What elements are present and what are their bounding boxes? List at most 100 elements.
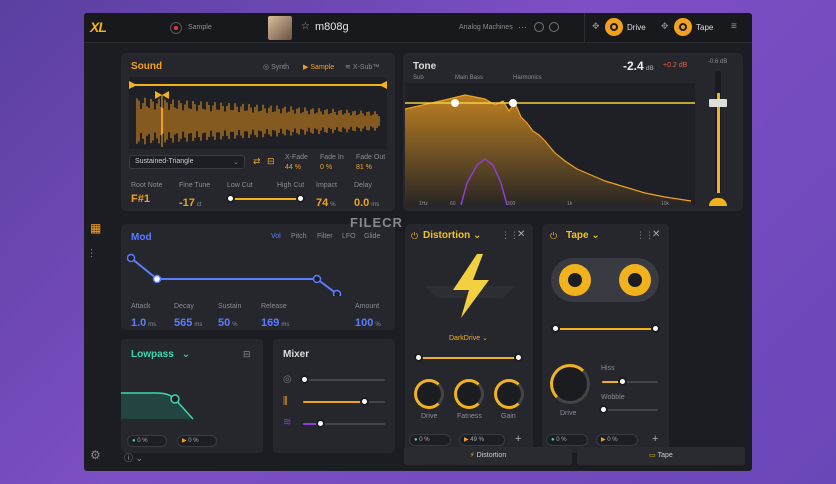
waveform-display[interactable]: [129, 77, 387, 149]
preset-name[interactable]: m808g: [315, 21, 349, 33]
attack-value[interactable]: 1.0 ms: [131, 313, 156, 331]
tab-sample[interactable]: ▶ Sample: [303, 63, 334, 71]
cut-range-slider[interactable]: [231, 198, 301, 200]
distortion-mix2[interactable]: ▶ 49 %: [459, 434, 505, 446]
sub-handle[interactable]: [451, 99, 459, 107]
tape-tab[interactable]: ▭ Tape: [577, 447, 745, 465]
filter-settings-icon[interactable]: ⊟: [243, 349, 251, 360]
lowpass-mix2[interactable]: ▶ 0 %: [177, 435, 217, 447]
mixer-panel: Mixer ◎ ⫼ ≋: [273, 339, 395, 453]
tape-mix-handle-left[interactable]: [551, 324, 560, 333]
filter-curve[interactable]: [121, 385, 263, 421]
root-note-label: Root Note: [131, 182, 163, 189]
release-value[interactable]: 169 ms: [261, 313, 289, 331]
fade-out-value[interactable]: 81 %: [356, 164, 372, 171]
decay-value[interactable]: 565 ms: [174, 313, 202, 331]
waveform-select[interactable]: Sustained-Triangle ⌄: [129, 155, 245, 169]
fine-tune-value[interactable]: -17 ct: [179, 193, 202, 211]
tape-mix2[interactable]: ▶ 0 %: [596, 434, 638, 446]
tab-pitch[interactable]: Pitch: [291, 233, 307, 240]
sample-label[interactable]: Sample: [188, 24, 212, 31]
gain-knob[interactable]: [494, 379, 524, 409]
lowpass-title[interactable]: Lowpass ⌄: [131, 349, 190, 360]
distortion-type-select[interactable]: DarkDrive ⌄: [449, 334, 488, 342]
tab-glide[interactable]: Glide: [364, 233, 380, 240]
distortion-tab[interactable]: ⚡ Distortion: [404, 447, 572, 465]
freq-label: 60: [450, 201, 456, 207]
grid-view-icon[interactable]: ▦: [90, 221, 104, 235]
drive-fx-label[interactable]: Drive: [627, 23, 646, 32]
tape-mix-handle-right[interactable]: [651, 324, 660, 333]
info-icon[interactable]: [534, 22, 544, 32]
help-icon[interactable]: [549, 22, 559, 32]
wobble-slider[interactable]: [602, 409, 658, 411]
distortion-mix-handle-left[interactable]: [414, 353, 423, 362]
drive-fx-icon[interactable]: [605, 18, 623, 36]
root-note-value[interactable]: F#1: [131, 193, 150, 205]
tab-synth[interactable]: ◎ Synth: [263, 63, 289, 71]
hiss-handle[interactable]: [618, 377, 627, 386]
high-cut-handle[interactable]: [296, 194, 305, 203]
harmonics-handle[interactable]: [509, 99, 517, 107]
settings-icon[interactable]: ⚙: [90, 448, 104, 462]
impact-value[interactable]: 74%: [316, 193, 336, 211]
close-icon[interactable]: ✕: [517, 229, 525, 240]
hiss-label: Hiss: [601, 365, 615, 372]
tape-mix-slider[interactable]: [556, 328, 656, 330]
move-handle-icon[interactable]: ✥: [592, 21, 600, 32]
xfade-label: X-Fade: [285, 154, 308, 161]
tape-fx-icon[interactable]: [674, 18, 692, 36]
tape-reels-icon: [551, 258, 659, 302]
power-icon[interactable]: ⏻: [550, 231, 557, 242]
tone-gain[interactable]: -2.4 dB: [623, 59, 654, 73]
tape-mix1[interactable]: ● 0 %: [546, 434, 588, 446]
add-icon[interactable]: +: [515, 433, 521, 445]
tab-xsub[interactable]: ≋ X-Sub™: [345, 63, 379, 71]
sample-level-handle[interactable]: [360, 397, 369, 406]
wobble-handle[interactable]: [599, 405, 608, 414]
sustain-value[interactable]: 50%: [218, 313, 238, 331]
swap-icon[interactable]: ⇄: [253, 156, 261, 167]
distortion-mix-slider[interactable]: [419, 357, 519, 359]
freq-label: 10k: [661, 201, 670, 207]
favorite-star-icon[interactable]: ☆: [301, 21, 310, 32]
sub-level-handle[interactable]: [316, 419, 325, 428]
tone-gain-delta: +0.2 dB: [663, 62, 688, 69]
tab-filter[interactable]: Filter: [317, 233, 333, 240]
distortion-mix1[interactable]: ● 0 %: [409, 434, 451, 446]
help-menu-icon[interactable]: ⓘ ⌄: [124, 451, 143, 464]
impact-label: Impact: [316, 182, 338, 189]
distortion-title[interactable]: Distortion ⌄: [423, 230, 481, 241]
tape-drive-knob[interactable]: [550, 364, 590, 404]
synth-level-slider[interactable]: [303, 379, 385, 381]
mixer-view-icon[interactable]: ⫶: [90, 247, 104, 261]
output-fader-handle[interactable]: [709, 99, 727, 107]
fade-in-value[interactable]: 0 %: [320, 164, 332, 171]
power-icon[interactable]: ⏻: [411, 231, 418, 242]
fatness-knob[interactable]: [454, 379, 484, 409]
tab-lfo[interactable]: LFO: [342, 233, 356, 240]
lowpass-mix1[interactable]: ● 0 %: [127, 435, 167, 447]
delay-value[interactable]: 0.0 ms: [354, 193, 379, 211]
close-icon[interactable]: ✕: [652, 229, 660, 240]
release-label: Release: [261, 303, 287, 310]
synth-level-handle[interactable]: [300, 375, 309, 384]
low-cut-handle[interactable]: [226, 194, 235, 203]
tab-vol[interactable]: Vol: [271, 233, 281, 240]
move-handle-icon[interactable]: ✥: [661, 21, 669, 32]
xfade-value[interactable]: 44 %: [285, 164, 301, 171]
tape-fx-label[interactable]: Tape: [696, 23, 713, 32]
loop-icon[interactable]: ⊟: [267, 156, 275, 167]
add-icon[interactable]: +: [652, 433, 658, 445]
sound-title: Sound: [131, 61, 163, 72]
tone-spectrum[interactable]: [405, 83, 695, 205]
record-icon[interactable]: [170, 22, 182, 34]
envelope-graph[interactable]: [127, 246, 389, 296]
tape-title[interactable]: Tape ⌄: [566, 230, 600, 241]
distortion-mix-handle-right[interactable]: [514, 353, 523, 362]
amount-value[interactable]: 100%: [355, 313, 381, 331]
drive-knob[interactable]: [414, 379, 444, 409]
menu-icon[interactable]: ≡: [731, 21, 737, 32]
more-icon[interactable]: ···: [518, 22, 527, 32]
freq-label: 1k: [567, 201, 573, 207]
